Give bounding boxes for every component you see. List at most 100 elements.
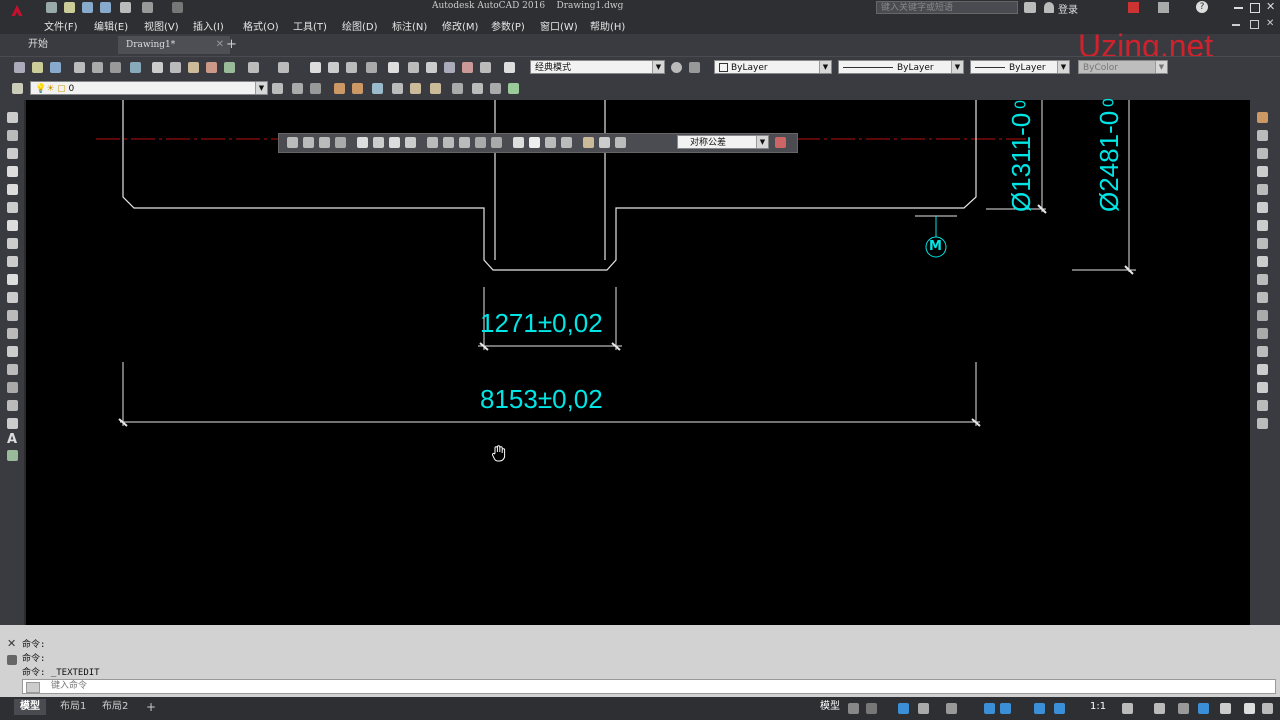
minimize-icon[interactable] [1234, 7, 1243, 9]
3dprint-icon[interactable] [130, 62, 141, 73]
menu-help[interactable]: 帮助(H) [590, 18, 625, 33]
menu-format[interactable]: 格式(O) [243, 18, 279, 33]
layer-off-icon[interactable] [392, 83, 403, 94]
tolerance-icon[interactable] [513, 137, 524, 148]
menu-tools[interactable]: 工具(T) [293, 18, 327, 33]
hatch-icon[interactable] [7, 364, 18, 375]
drawing-canvas[interactable]: 1271±0,02 8153±0,02 M Ø1311-0 0 Ø2481-0 … [26, 98, 1250, 625]
block-edit-icon[interactable] [224, 62, 235, 73]
break-point-icon[interactable] [1257, 310, 1268, 321]
match-prop-icon[interactable] [206, 62, 217, 73]
linetype-dropdown[interactable]: ByLayer ▼ [838, 60, 964, 74]
layer-merge-icon[interactable] [490, 83, 501, 94]
layer-properties-icon[interactable] [12, 83, 23, 94]
aligned-dim-icon[interactable] [303, 137, 314, 148]
layer-uniso-icon[interactable] [352, 83, 363, 94]
ellipse-arc-icon[interactable] [7, 292, 18, 303]
revcloud-icon[interactable] [7, 238, 18, 249]
make-current-icon[interactable] [272, 83, 283, 94]
dimstyle-manager-icon[interactable] [775, 137, 786, 148]
annotation-visibility-icon[interactable] [1034, 703, 1045, 714]
pan-icon[interactable] [310, 62, 321, 73]
dimension-text-1311[interactable]: Ø1311-0 0 [1006, 100, 1037, 212]
exchange-icon[interactable] [1128, 2, 1139, 13]
spline-icon[interactable] [7, 256, 18, 267]
plot-preview-icon[interactable] [92, 62, 103, 73]
center-mark-icon[interactable] [529, 137, 540, 148]
add-selected-icon[interactable] [7, 450, 18, 461]
layer-change-icon[interactable] [472, 83, 483, 94]
dimstyle-dropdown[interactable]: 对称公差 ▼ [677, 135, 769, 149]
baseline-dim-icon[interactable] [443, 137, 454, 148]
workspace-dropdown[interactable]: 经典模式 ▼ [530, 60, 665, 74]
arc-length-icon[interactable] [319, 137, 330, 148]
layer-iso-icon[interactable] [334, 83, 345, 94]
menu-insert[interactable]: 插入(I) [193, 18, 224, 33]
break-icon[interactable] [1257, 328, 1268, 339]
chamfer-icon[interactable] [1257, 364, 1268, 375]
menu-draw[interactable]: 绘图(D) [342, 18, 378, 33]
new-icon[interactable] [46, 2, 57, 13]
saveas-icon[interactable] [100, 2, 111, 13]
arc-icon[interactable] [7, 202, 18, 213]
rectangle-icon[interactable] [7, 184, 18, 195]
command-input[interactable]: 键入命令 [22, 679, 1276, 694]
dim-text-edit-icon[interactable] [599, 137, 610, 148]
scale-icon[interactable] [1257, 238, 1268, 249]
construction-line-icon[interactable] [7, 130, 18, 141]
circle-icon[interactable] [7, 220, 18, 231]
design-center-icon[interactable] [408, 62, 419, 73]
save-file-icon[interactable] [50, 62, 61, 73]
command-close-icon[interactable]: ✕ [7, 637, 16, 650]
menu-file[interactable]: 文件(F) [44, 18, 78, 33]
plot-icon[interactable] [74, 62, 85, 73]
layer-walk-icon[interactable] [508, 83, 519, 94]
annotation-monitor-icon[interactable] [1154, 703, 1165, 714]
sheet-set-icon[interactable] [444, 62, 455, 73]
insert-block-icon[interactable] [7, 310, 18, 321]
gradient-icon[interactable] [7, 382, 18, 393]
mirror-icon[interactable] [1257, 148, 1268, 159]
customize-icon[interactable] [1262, 703, 1273, 714]
properties-icon[interactable] [388, 62, 399, 73]
new-tab-button[interactable]: + [226, 37, 237, 52]
toolbar-lock-icon[interactable] [689, 62, 700, 73]
move-icon[interactable] [1257, 202, 1268, 213]
continue-dim-icon[interactable] [459, 137, 470, 148]
tool-palettes-icon[interactable] [426, 62, 437, 73]
quick-dim-icon[interactable] [427, 137, 438, 148]
rotate-icon[interactable] [1257, 220, 1268, 231]
offset-icon[interactable] [1257, 166, 1268, 177]
cut-icon[interactable] [152, 62, 163, 73]
point-icon[interactable] [7, 346, 18, 357]
open-icon[interactable] [64, 2, 75, 13]
fillet-icon[interactable] [1257, 382, 1268, 393]
ordinate-dim-icon[interactable] [335, 137, 346, 148]
search-input[interactable]: 键入关键字或短语 [876, 1, 1018, 14]
diameter-dim-icon[interactable] [389, 137, 400, 148]
make-block-icon[interactable] [7, 328, 18, 339]
paste-icon[interactable] [188, 62, 199, 73]
inspect-icon[interactable] [545, 137, 556, 148]
ellipse-icon[interactable] [7, 274, 18, 285]
auto-scale-icon[interactable] [1054, 703, 1065, 714]
command-settings-icon[interactable] [7, 655, 17, 665]
save-icon[interactable] [82, 2, 93, 13]
region-icon[interactable] [7, 400, 18, 411]
layer-unlock-icon[interactable] [430, 83, 441, 94]
dim-break-icon[interactable] [491, 137, 502, 148]
snap-icon[interactable] [866, 703, 877, 714]
zoom-previous-icon[interactable] [366, 62, 377, 73]
trim-icon[interactable] [1257, 274, 1268, 285]
layer-lock-icon[interactable] [410, 83, 421, 94]
explode-icon[interactable] [1257, 418, 1268, 429]
tab-start[interactable]: 开始 [20, 36, 110, 54]
zoom-window-icon[interactable] [346, 62, 357, 73]
layer-dropdown[interactable]: 💡☀ ▢ 0 ▼ [30, 81, 268, 95]
stretch-icon[interactable] [1257, 256, 1268, 267]
model-space-button[interactable]: 模型 [814, 699, 846, 715]
line-icon[interactable] [7, 112, 18, 123]
angular-dim-icon[interactable] [405, 137, 416, 148]
tab-model[interactable]: 模型 [14, 699, 46, 715]
copy-icon[interactable] [170, 62, 181, 73]
